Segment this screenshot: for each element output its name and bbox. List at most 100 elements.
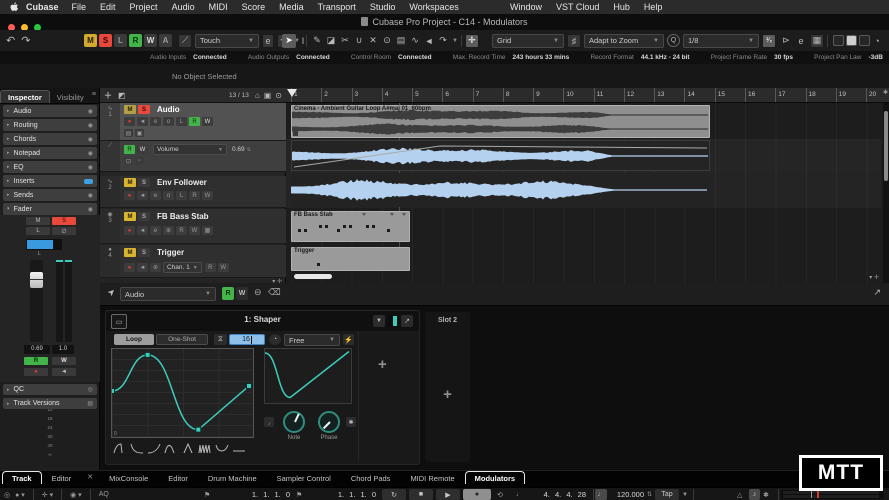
read-button[interactable]: R (189, 117, 200, 126)
menu-item[interactable]: Studio (370, 2, 396, 12)
right-locator-value[interactable]: 1. 1. 1. 0 (308, 489, 376, 500)
instrument-icon[interactable]: ⊕ (163, 226, 174, 235)
pan-slider[interactable] (26, 239, 62, 250)
tempo-track-icon[interactable]: ♩ (595, 489, 607, 500)
midi-event-fb-bass-stab[interactable]: FB Bass Stab (291, 211, 410, 242)
menu-item[interactable]: Edit (100, 2, 116, 12)
tool-caret[interactable]: ▼ (452, 38, 458, 44)
click-pattern-icon[interactable]: ◉ ▾ (70, 491, 82, 499)
lower-zone-tab[interactable]: Chord Pads (341, 471, 401, 484)
solo-button[interactable]: S (138, 248, 150, 257)
read-button[interactable]: R (176, 226, 187, 235)
cursor-handle[interactable] (287, 89, 297, 97)
status-item[interactable]: Max. Record Time243 hours 33 mins (453, 54, 569, 61)
mute-button[interactable]: M (124, 105, 136, 114)
one-shot-mode-button[interactable]: One-Shot (156, 334, 208, 345)
event-fade-handle[interactable] (293, 131, 298, 136)
inspector-section[interactable]: ▸EQ◉ (3, 161, 97, 173)
quantize-select[interactable]: 1/8▼ (683, 34, 759, 48)
pin-icon[interactable]: ➤ (105, 286, 118, 299)
record-enable-button[interactable]: ● (24, 368, 48, 376)
global-track-state-button[interactable]: L (114, 34, 127, 47)
inspector-section[interactable]: ▸Audio◉ (3, 105, 97, 117)
track-trigger[interactable]: ●4 M S Trigger ● ◄ ⊛ Chan. 1▼ R W (100, 245, 286, 278)
modulator-track-select[interactable]: Audio▼ (120, 287, 216, 301)
erase-tool[interactable]: ◪ (324, 34, 338, 48)
automation-lane-display[interactable] (291, 140, 710, 171)
solo-button[interactable]: S (138, 178, 150, 187)
modulator-write-button[interactable]: W (236, 287, 248, 300)
tempo-display[interactable]: 120.000 (610, 489, 644, 500)
record-enable-button[interactable]: ● (124, 226, 135, 235)
setup-toolbar-icon[interactable]: ◔ (870, 34, 884, 48)
lane-write-button[interactable]: W (137, 145, 148, 154)
automation-lane-volume[interactable]: ⟋ R W Volume▼ 0.69 ⇅ ⊡ ▫ (100, 141, 286, 172)
menu-item[interactable]: VST Cloud (556, 2, 599, 12)
midi-event-trigger[interactable]: Trigger (291, 247, 410, 271)
shape-preset-flat-icon[interactable] (230, 442, 247, 455)
edit-button[interactable]: e (262, 34, 274, 48)
settings-icon[interactable]: ✱ (346, 417, 356, 427)
modulator-slot-2[interactable]: Slot 2 + (425, 312, 470, 462)
solo-button[interactable]: S (138, 212, 150, 221)
lower-zone-tab[interactable]: MixConsole (99, 471, 158, 484)
mute-button[interactable]: M (124, 178, 136, 187)
shape-preset-valley-icon[interactable] (213, 442, 230, 455)
loop-mode-button[interactable]: Loop (114, 334, 154, 345)
split-tool[interactable]: ✂ (338, 34, 352, 48)
range-tool[interactable]: I (296, 34, 310, 48)
tempo-stepper[interactable]: ⇅ (647, 489, 652, 500)
write-automation-button[interactable]: W (52, 357, 76, 365)
audio-quantize-label[interactable]: AQ (99, 491, 109, 498)
automation-icon[interactable]: ⟋ (178, 34, 192, 48)
left-locator-value[interactable]: 1. 1. 1. 0 (218, 489, 290, 500)
punch-icon[interactable]: ✛ ▾ (42, 491, 53, 499)
menu-item[interactable]: Transport (318, 2, 356, 12)
select-tool[interactable]: ➤ (282, 34, 296, 48)
global-track-state-button[interactable]: S (99, 34, 112, 47)
edit-channel-button[interactable]: e (150, 226, 161, 235)
value-stepper[interactable]: ⇅ (247, 147, 251, 153)
click-icon[interactable]: ♪ (749, 489, 760, 500)
shaper-curve-editor[interactable]: 0 (111, 348, 254, 438)
mute-tool[interactable]: ✕ (366, 34, 380, 48)
record-enable-button[interactable]: ● (124, 191, 135, 200)
redo-icon[interactable]: ↷ (21, 34, 30, 47)
menu-item[interactable]: Workspaces (409, 2, 458, 12)
comp-tool[interactable]: ▤ (394, 34, 408, 48)
mute-button[interactable]: M (124, 212, 136, 221)
automation-mode-select[interactable]: Touch▼ (195, 34, 259, 48)
play-tool[interactable]: ◄ (422, 34, 436, 48)
inspector-section[interactable]: ▸Sends◉ (3, 189, 97, 201)
shape-preset-attack-icon[interactable] (111, 442, 128, 455)
lane-read-button[interactable]: R (124, 145, 135, 154)
curve-mode-icon[interactable]: ◞ (264, 417, 274, 427)
menu-item[interactable]: Project (130, 2, 158, 12)
quantize-panel-button[interactable]: e (796, 34, 806, 48)
sync-icon[interactable]: ⧖ (214, 334, 227, 345)
monitor-button[interactable]: ◄ (137, 117, 148, 126)
inspector-phase-button[interactable]: ∅ (52, 227, 76, 235)
phase-knob[interactable] (318, 411, 340, 433)
right-locator-flag[interactable]: ⚑ (296, 489, 302, 500)
add-sub-modulator-button[interactable]: + (378, 356, 387, 373)
record-enable-button[interactable]: ● (124, 263, 135, 272)
midi-channel-select[interactable]: Chan. 1▼ (163, 262, 202, 273)
lower-zone-tab[interactable]: Editor (158, 471, 198, 484)
menu-item[interactable]: File (72, 2, 87, 12)
inspector-mute-button[interactable]: M (26, 217, 50, 225)
lower-zone-tab[interactable]: Drum Machine (198, 471, 267, 484)
clear-modulator-icon[interactable]: ⊖ (254, 287, 262, 298)
open-in-window-icon[interactable]: ↗ (873, 287, 881, 298)
modulator-on-toggle[interactable] (388, 315, 397, 327)
shape-preset-rise-icon[interactable] (145, 442, 162, 455)
monitor-button[interactable]: ◄ (137, 263, 148, 272)
qc-section[interactable]: ▸QC◎ (3, 384, 97, 395)
lane-icon-1[interactable]: ⊡ (124, 157, 133, 165)
track-env-follower[interactable]: ∿2 M S Env Follower ● ◄ e o L R W (100, 176, 286, 208)
apple-menu-icon[interactable] (10, 2, 18, 12)
draw-tool[interactable]: ✎ (310, 34, 324, 48)
play-button[interactable]: ▶ (436, 489, 460, 500)
left-zone-toggle[interactable] (833, 35, 844, 46)
menu-item[interactable]: MIDI (209, 2, 228, 12)
